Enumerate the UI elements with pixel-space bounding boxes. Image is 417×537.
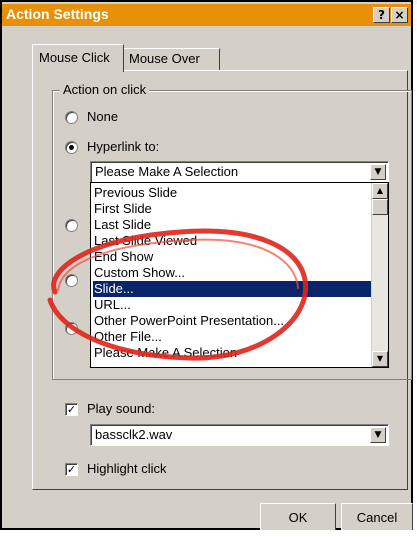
play-sound-checkbox[interactable]: ✓ [65,403,78,416]
hyperlink-selected-value: Please Make A Selection [95,164,239,179]
radio-hyperlink-label: Hyperlink to: [87,139,160,154]
radio-none-label: None [87,109,119,124]
sound-value: bassclk2.wav [95,427,173,442]
group-label: Action on click [60,82,150,97]
background-strip-bottom [0,530,417,537]
radio-run-program[interactable] [65,219,78,232]
scroll-down-icon[interactable]: ▼ [372,351,388,367]
list-scrollbar[interactable]: ▲ ▼ [371,183,388,367]
list-item-please-select[interactable]: Please Make A Selection [93,345,372,361]
title-bar: Action Settings ? × [2,4,411,26]
highlight-click-label: Highlight click [87,461,167,476]
radio-object-action[interactable] [65,322,78,335]
cancel-button[interactable]: Cancel [341,503,413,533]
scroll-thumb[interactable] [372,199,388,215]
ok-button[interactable]: OK [260,503,336,533]
tab-mouse-over[interactable]: Mouse Over [122,48,220,70]
help-icon[interactable]: ? [373,7,390,23]
action-settings-dialog: Action Settings ? × Mouse Click Mouse Ov… [0,0,413,533]
sound-dropdown[interactable]: bassclk2.wav ▼ [90,424,389,446]
list-item-previous-slide[interactable]: Previous Slide [93,185,372,201]
list-item-slide[interactable]: Slide... [93,281,372,297]
list-item-custom-show[interactable]: Custom Show... [93,265,372,281]
dialog-title: Action Settings [6,6,109,22]
chevron-down-icon[interactable]: ▼ [370,427,386,443]
list-item-end-show[interactable]: End Show [93,249,372,265]
radio-run-macro[interactable] [65,274,78,287]
play-sound-label: Play sound: [87,401,155,416]
hyperlink-dropdown[interactable]: Please Make A Selection ▼ [90,161,389,183]
hyperlink-options-list[interactable]: Previous Slide First Slide Last Slide La… [90,182,389,368]
list-item-url[interactable]: URL... [93,297,372,313]
tab-mouse-click[interactable]: Mouse Click [32,44,124,72]
list-item-other-file[interactable]: Other File... [93,329,372,345]
chevron-down-icon[interactable]: ▼ [370,164,386,180]
list-item-last-slide-viewed[interactable]: Last Slide Viewed [93,233,372,249]
list-item-last-slide[interactable]: Last Slide [93,217,372,233]
scroll-up-icon[interactable]: ▲ [372,183,388,199]
list-item-other-powerpoint[interactable]: Other PowerPoint Presentation... [93,313,372,329]
close-icon[interactable]: × [391,7,408,23]
highlight-click-checkbox[interactable]: ✓ [65,463,78,476]
list-item-first-slide[interactable]: First Slide [93,201,372,217]
radio-hyperlink[interactable] [65,141,78,154]
radio-none[interactable] [65,111,78,124]
